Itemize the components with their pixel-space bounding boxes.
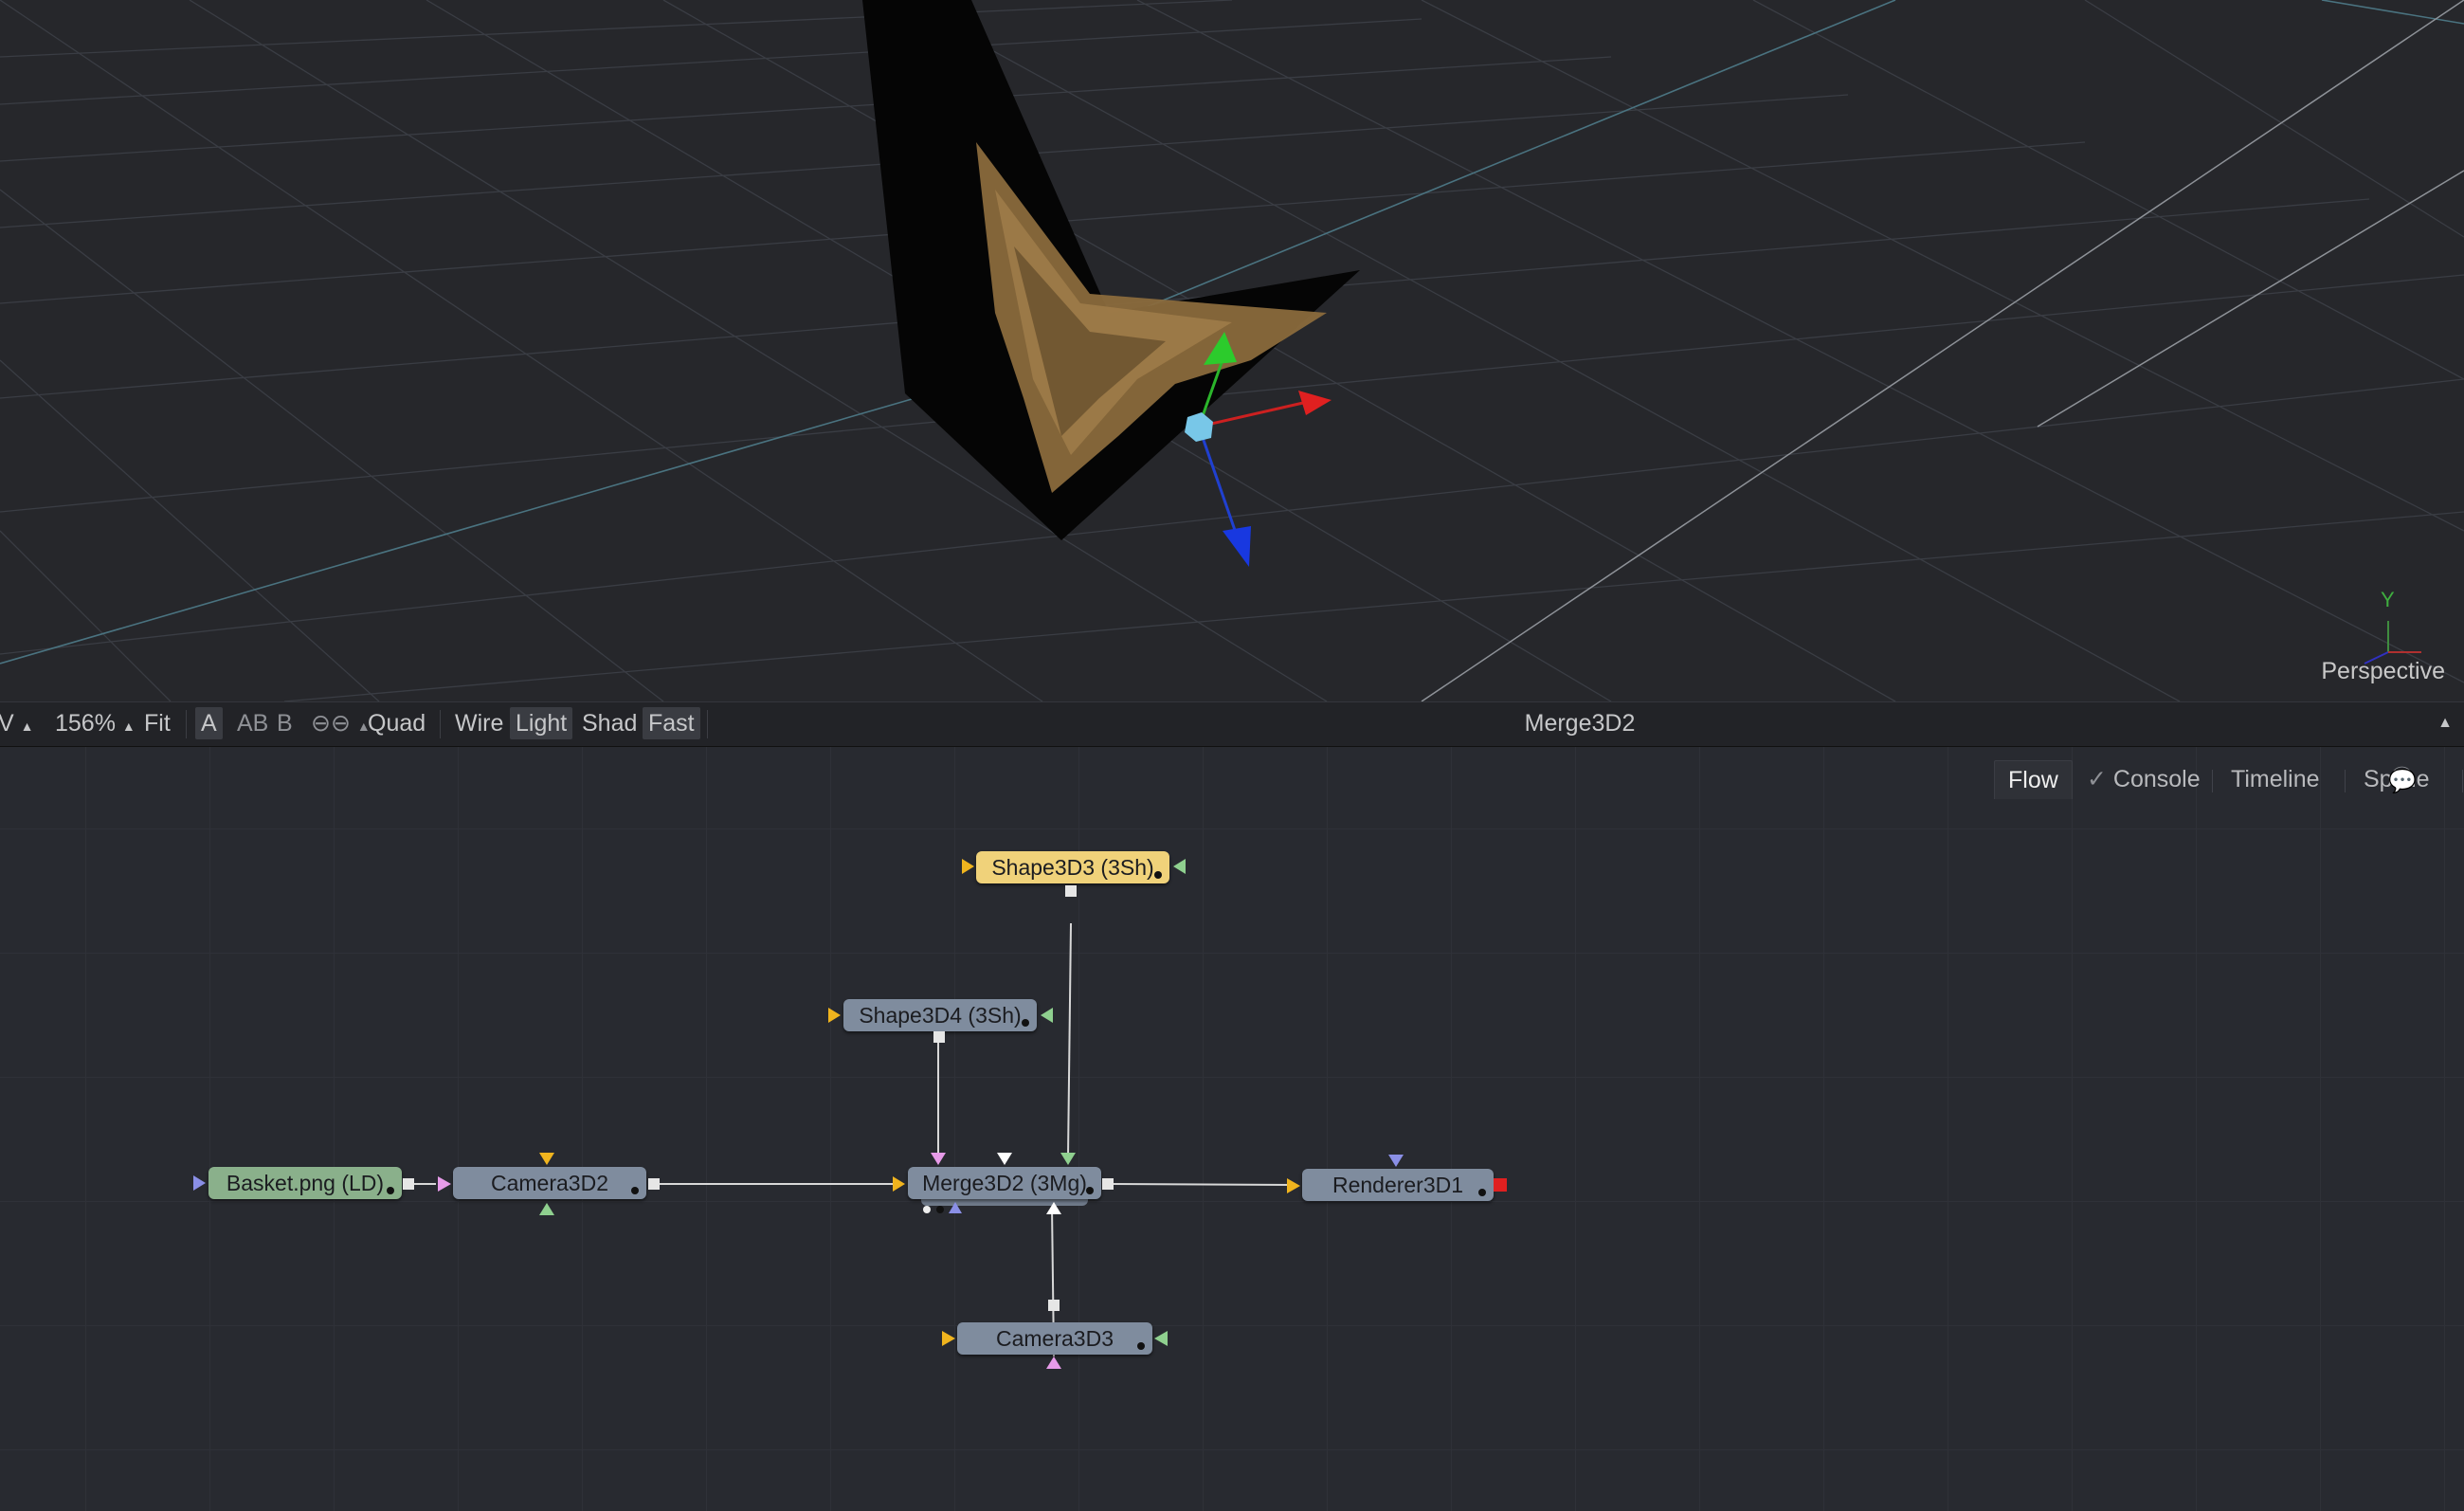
merge-input-3-icon[interactable] [997,1153,1012,1165]
node-dot [1137,1342,1145,1350]
node-dot [631,1187,639,1194]
camera3d3-image-input-icon[interactable] [1046,1356,1061,1369]
3d-viewport[interactable]: Y Perspective [0,0,2464,701]
merge-lower-input-icon[interactable] [949,1202,962,1213]
tab-console-label: Console [2112,766,2201,792]
merge-output-port[interactable] [1102,1178,1114,1190]
connection-merge-renderer [1113,1183,1294,1186]
shape3d3-input-icon[interactable] [962,859,974,874]
tab-console[interactable]: ✓ Console [2074,760,2214,798]
node-renderer3d1[interactable]: Renderer3D1 [1302,1169,1494,1201]
check-circle-icon: ✓ [2087,766,2107,792]
basket-output-port[interactable] [403,1178,414,1190]
flow-connections [408,922,1294,1357]
tab-flow[interactable]: Flow [1994,760,2073,799]
panel-tabs: Flow ✓ Console Timeline Spline ⓘ [1772,760,2464,802]
basket-input-icon[interactable] [193,1175,206,1191]
node-dot [1086,1187,1094,1194]
axis-y-label: Y [2381,588,2395,611]
node-dot [1154,871,1162,879]
node-basket-loader[interactable]: Basket.png (LD) [208,1167,402,1199]
shape3d4-input-icon[interactable] [828,1008,841,1023]
axis-indicator: Y [2364,588,2421,664]
tab-timeline[interactable]: Timeline [2218,760,2333,798]
node-camera3d3[interactable]: Camera3D3 [957,1322,1152,1355]
node-shape3d4-label: Shape3D4 (3Sh) [859,1003,1022,1028]
merge-input-4-icon[interactable] [1060,1153,1076,1165]
renderer-output-port[interactable] [1494,1178,1507,1192]
merge-lower-input-2-icon[interactable] [1046,1202,1061,1214]
camera3d2-output-port[interactable] [648,1178,660,1190]
camera3d2-bottom-input-icon[interactable] [539,1203,554,1215]
flow-editor[interactable]: Flow ✓ Console Timeline Spline ⓘ 💬 Shape… [0,747,2464,1511]
node-camera3d3-label: Camera3D3 [996,1326,1114,1351]
node-dot [1022,1019,1029,1027]
tab-divider [2345,770,2346,792]
node-shape3d3-label: Shape3D3 (3Sh) [991,855,1154,880]
node-camera3d2[interactable]: Camera3D2 [453,1167,646,1199]
merge-input-1-icon[interactable] [893,1176,905,1192]
viewer-toolbar: V ▲ 156% ▲ Fit A AB B ⊖⊖ ▲ Quad Wire Lig… [0,701,2464,748]
viewer-current-node: Merge3D2 [1524,710,1636,737]
node-merge3d2-label: Merge3D2 (3Mg) [922,1171,1087,1195]
comment-icon[interactable]: 💬 [2388,768,2417,795]
node-shape3d4[interactable]: Shape3D4 (3Sh) [843,999,1037,1031]
node-dot [387,1187,394,1194]
camera3d3-material-input-icon[interactable] [1154,1331,1168,1346]
view-mode-label[interactable]: Perspective [2321,658,2445,685]
shape3d3-output-port[interactable] [1065,885,1077,897]
shape3d4-material-input-icon[interactable] [1041,1008,1053,1023]
merge-status-dot [936,1206,944,1213]
tab-divider [2462,770,2463,792]
camera3d2-image-input-icon[interactable] [438,1176,451,1192]
tab-divider [2212,770,2213,792]
renderer-input-icon[interactable] [1287,1178,1300,1193]
node-merge3d2[interactable]: Merge3D2 (3Mg) [908,1167,1101,1199]
3d-planes [862,0,1360,540]
shape3d4-output-port[interactable] [933,1031,945,1043]
node-renderer3d1-label: Renderer3D1 [1332,1173,1464,1197]
camera3d3-input-icon[interactable] [942,1331,955,1346]
node-camera3d2-label: Camera3D2 [491,1171,608,1195]
caret-up-icon[interactable]: ▲ [2437,706,2453,740]
camera3d2-scene-input-icon[interactable] [539,1153,554,1165]
merge-input-2-icon[interactable] [931,1153,946,1165]
renderer-top-input-icon[interactable] [1388,1155,1404,1167]
viewport-scene: Y [0,0,2464,701]
camera3d3-output-port[interactable] [1048,1300,1060,1311]
shape3d3-material-input-icon[interactable] [1173,859,1186,874]
node-shape3d3[interactable]: Shape3D3 (3Sh) [976,851,1169,883]
connection-shape3d3-merge [1067,922,1072,1157]
merge-status-dot [923,1206,931,1213]
node-basket-label: Basket.png (LD) [226,1171,385,1195]
camera-frustum-lines [1421,0,2464,701]
node-dot [1478,1189,1486,1196]
